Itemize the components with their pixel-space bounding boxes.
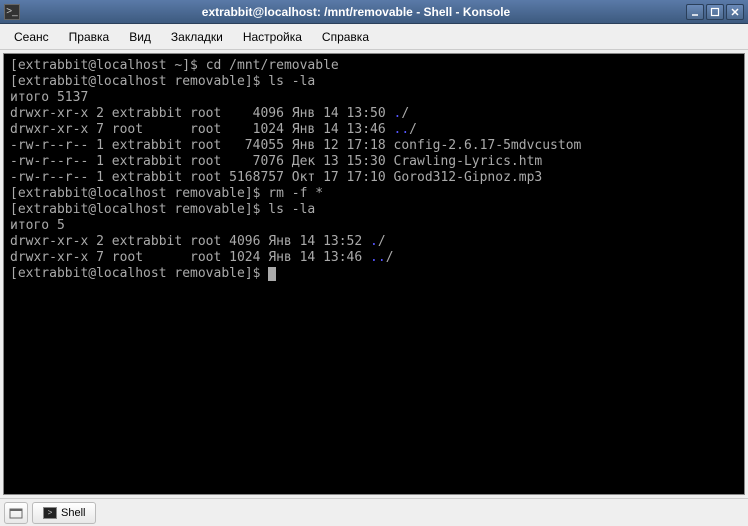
menu-bookmarks[interactable]: Закладки <box>161 26 233 48</box>
shell-tab-label: Shell <box>61 507 85 519</box>
window-title: extrabbit@localhost: /mnt/removable - Sh… <box>26 5 686 19</box>
shell-tab-icon: > <box>43 507 57 519</box>
close-button[interactable] <box>726 4 744 20</box>
new-tab-button[interactable] <box>4 502 28 524</box>
menu-help[interactable]: Справка <box>312 26 379 48</box>
menu-settings[interactable]: Настройка <box>233 26 312 48</box>
minimize-button[interactable] <box>686 4 704 20</box>
window-controls <box>686 4 744 20</box>
menubar: Сеанс Правка Вид Закладки Настройка Спра… <box>0 24 748 50</box>
statusbar: > Shell <box>0 498 748 526</box>
maximize-button[interactable] <box>706 4 724 20</box>
terminal-frame: [extrabbit@localhost ~]$ cd /mnt/removab… <box>0 50 748 498</box>
menu-view[interactable]: Вид <box>119 26 161 48</box>
terminal[interactable]: [extrabbit@localhost ~]$ cd /mnt/removab… <box>3 53 745 495</box>
window-icon: >_ <box>4 4 20 20</box>
window-titlebar: >_ extrabbit@localhost: /mnt/removable -… <box>0 0 748 24</box>
menu-session[interactable]: Сеанс <box>4 26 59 48</box>
shell-tab[interactable]: > Shell <box>32 502 96 524</box>
menu-edit[interactable]: Правка <box>59 26 120 48</box>
